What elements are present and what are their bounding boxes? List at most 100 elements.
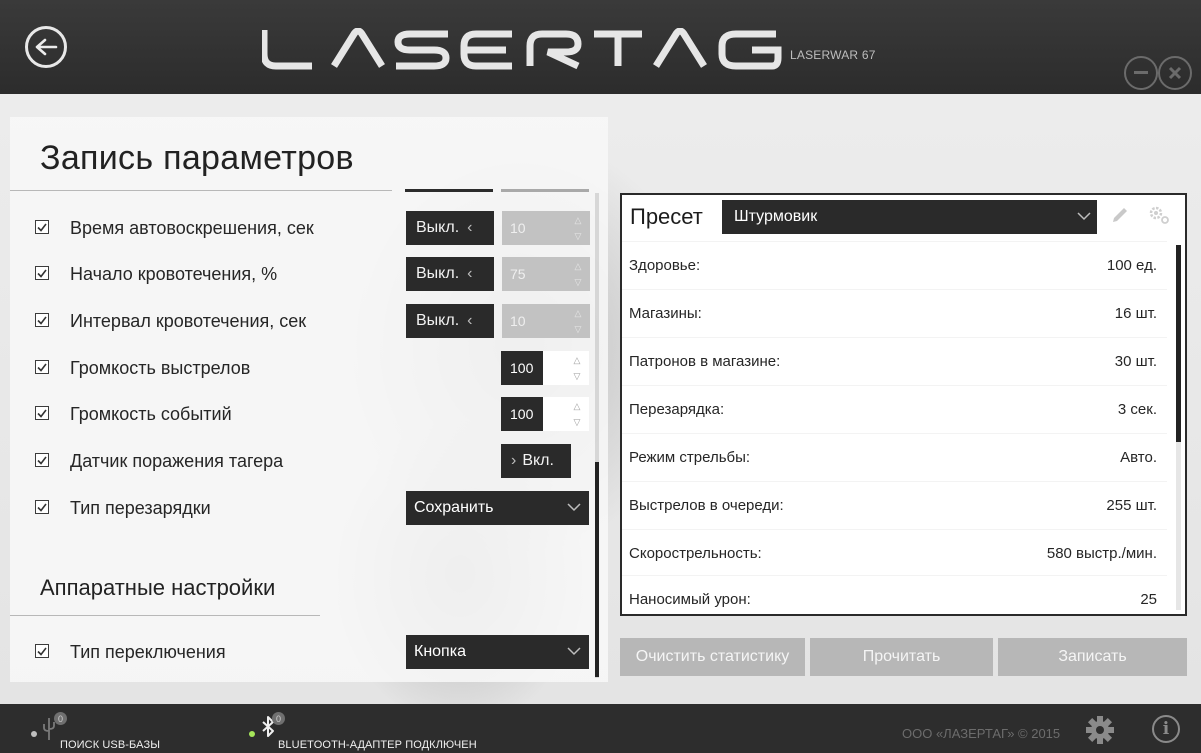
stat-value: 25 [1140,591,1157,608]
pencil-icon[interactable] [1110,205,1130,225]
param-label: Интервал кровотечения, сек [70,311,307,331]
stat-row: Магазины: 16 шт. [622,289,1167,337]
check-icon [37,647,47,656]
chevron-right-icon: › [511,452,517,469]
param-label: Тип перезарядки [70,498,211,518]
stat-value: 3 сек. [1117,401,1157,418]
checkbox[interactable] [35,313,49,327]
chevron-up-icon: △ [574,261,582,271]
stat-row: Патронов в магазине: 30 шт. [622,337,1167,385]
stat-label: Скорострельность: [629,545,762,562]
chevron-up-icon: △ [574,215,582,225]
param-row-shot-volume: Громкость выстрелов 100 △ ▽ [10,347,608,387]
toggle-off-button[interactable]: Выкл. ‹ [406,304,494,338]
spinner-arrows: △ ▽ [570,214,586,242]
checkbox[interactable] [35,360,49,374]
checkbox[interactable] [35,500,49,514]
stat-label: Магазины: [629,305,702,322]
close-button[interactable] [1158,56,1192,90]
settings-gear-icon[interactable] [1085,715,1115,745]
preset-panel: Пресет Штурмовик Здоровье: 100 ед. Магази… [620,193,1187,616]
param-label: Тип переключения [70,642,226,662]
toggle-label: Выкл. [416,312,460,329]
minimize-button[interactable] [1124,56,1158,90]
stat-value: 30 шт. [1114,353,1157,370]
chevron-down-icon: ▽ [574,277,582,287]
stat-value: 16 шт. [1114,305,1157,322]
spinner-arrows[interactable]: △ ▽ [569,400,585,428]
value-stepper[interactable]: 100 △ ▽ [501,351,589,385]
toggle-label: Вкл. [522,452,554,469]
stat-label: Выстрелов в очереди: [629,497,784,514]
section-title-hardware: Аппаратные настройки [40,575,276,600]
close-icon [1168,66,1182,80]
clear-stats-button[interactable]: Очистить статистику [620,638,805,676]
checkbox[interactable] [35,220,49,234]
page-title: Запись параметров [40,139,354,177]
write-button[interactable]: Записать [998,638,1187,676]
spinner-arrows[interactable]: △ ▽ [569,354,585,382]
stat-row: Здоровье: 100 ед. [622,241,1167,289]
chevron-down-icon[interactable]: ▽ [574,416,581,428]
stat-label: Режим стрельбы: [629,449,751,466]
chevron-down-icon [567,647,581,656]
status-bar: 0 ПОИСК USB-БАЗЫ 0 BLUETOOTH-АДАПТЕР ПОД… [0,704,1201,753]
checkbox[interactable] [35,266,49,280]
chevron-up-icon[interactable]: △ [574,354,581,366]
device-name: LASERWAR 67 [790,48,876,62]
toggle-off-button[interactable]: Выкл. ‹ [406,257,494,291]
stat-label: Наносимый урон: [629,591,751,608]
stat-label: Патронов в магазине: [629,353,781,370]
check-icon [37,456,47,465]
param-row-switch-type: Тип переключения Кнопка [10,631,608,671]
chevron-up-icon[interactable]: △ [574,400,581,412]
back-button[interactable] [25,26,67,68]
checkbox[interactable] [35,644,49,658]
param-label: Время автовоскрешения, сек [70,218,314,238]
stepper-value[interactable]: 100 [501,397,543,431]
param-label: Начало кровотечения, % [70,264,278,284]
toggle-on-button[interactable]: › Вкл. [501,444,571,478]
chevron-left-icon: ‹ [467,219,473,236]
stats-scrollbar-thumb[interactable] [1176,245,1181,442]
toggle-off-button[interactable]: Выкл. ‹ [406,211,494,245]
stepper-value: 10 [510,313,526,329]
param-label: Датчик поражения тагера [70,451,284,471]
gear-icon[interactable] [1148,205,1170,225]
minimize-icon [1134,71,1148,74]
check-icon [37,316,47,325]
info-icon[interactable]: i [1152,715,1180,743]
preset-select[interactable]: Штурмовик [722,200,1097,234]
reload-type-select[interactable]: Сохранить [406,491,589,525]
check-icon [37,223,47,232]
param-row-bleeding-interval: Интервал кровотечения, сек Выкл. ‹ 10 △ ▽ [10,300,608,340]
usb-status-text: ПОИСК USB-БАЗЫ [60,739,161,751]
check-icon [37,503,47,512]
title-divider [10,190,392,191]
stat-label: Перезарядка: [629,401,725,418]
param-row-respawn-time: Время автовоскрешения, сек Выкл. ‹ 10 △ ▽ [10,207,608,247]
checkbox[interactable] [35,453,49,467]
column-indicator-2 [501,189,589,192]
checkbox[interactable] [35,406,49,420]
chevron-down-icon: ▽ [574,231,582,241]
stat-value: 255 шт. [1106,497,1157,514]
stepper-value: 75 [510,266,526,282]
preset-header: Пресет Штурмовик [622,195,1185,239]
toggle-label: Выкл. [416,219,460,236]
param-row-reload-type: Тип перезарядки Сохранить [10,487,608,527]
usb-count-badge: 0 [54,712,67,725]
scrollbar-thumb[interactable] [595,462,599,677]
stat-value: 580 выстр./мин. [1046,545,1157,562]
value-stepper[interactable]: 100 △ ▽ [501,397,589,431]
param-row-hit-sensor: Датчик поражения тагера › Вкл. [10,440,608,480]
read-button[interactable]: Прочитать [810,638,993,676]
check-icon [37,409,47,418]
param-label: Громкость событий [70,404,232,424]
chevron-down-icon[interactable]: ▽ [574,370,581,382]
parameters-panel: Запись параметров Время автовоскрешения,… [10,117,608,682]
chevron-down-icon: ▽ [574,324,582,334]
stat-row: Перезарядка: 3 сек. [622,385,1167,433]
stepper-value[interactable]: 100 [501,351,543,385]
switch-type-select[interactable]: Кнопка [406,635,589,669]
